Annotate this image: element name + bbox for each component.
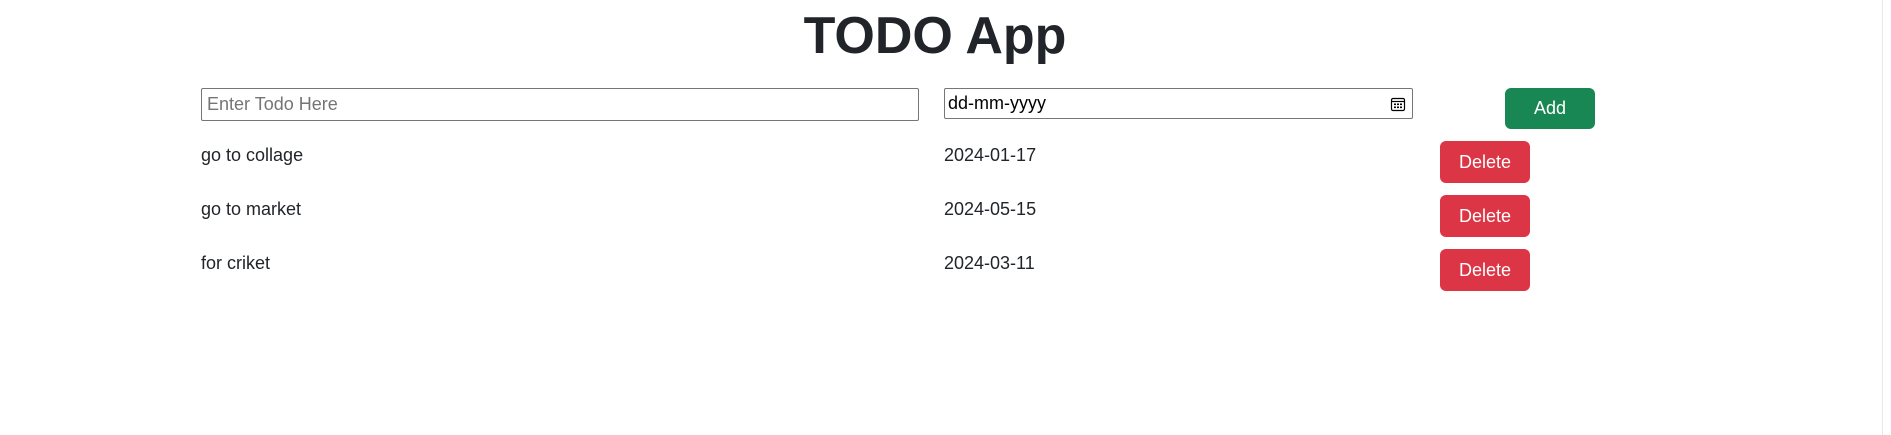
- vertical-scrollbar[interactable]: [1882, 0, 1891, 435]
- todo-date-input[interactable]: dd-mm-yyyy: [944, 88, 1413, 119]
- add-button[interactable]: Add: [1505, 88, 1595, 129]
- todo-name: go to market: [201, 199, 302, 219]
- delete-button[interactable]: Delete: [1440, 195, 1530, 237]
- delete-button[interactable]: Delete: [1440, 141, 1530, 183]
- todo-date: 2024-03-11: [944, 253, 1035, 273]
- todo-date: 2024-05-15: [944, 199, 1037, 219]
- todo-name: go to collage: [201, 145, 304, 165]
- delete-button[interactable]: Delete: [1440, 249, 1530, 291]
- todo-name-input[interactable]: [201, 88, 919, 121]
- date-input-placeholder: dd-mm-yyyy: [948, 93, 1046, 113]
- page-title: TODO App: [803, 7, 1067, 65]
- calendar-icon[interactable]: [1390, 96, 1406, 112]
- todo-date: 2024-01-17: [944, 145, 1037, 165]
- todo-name: for criket: [201, 253, 271, 273]
